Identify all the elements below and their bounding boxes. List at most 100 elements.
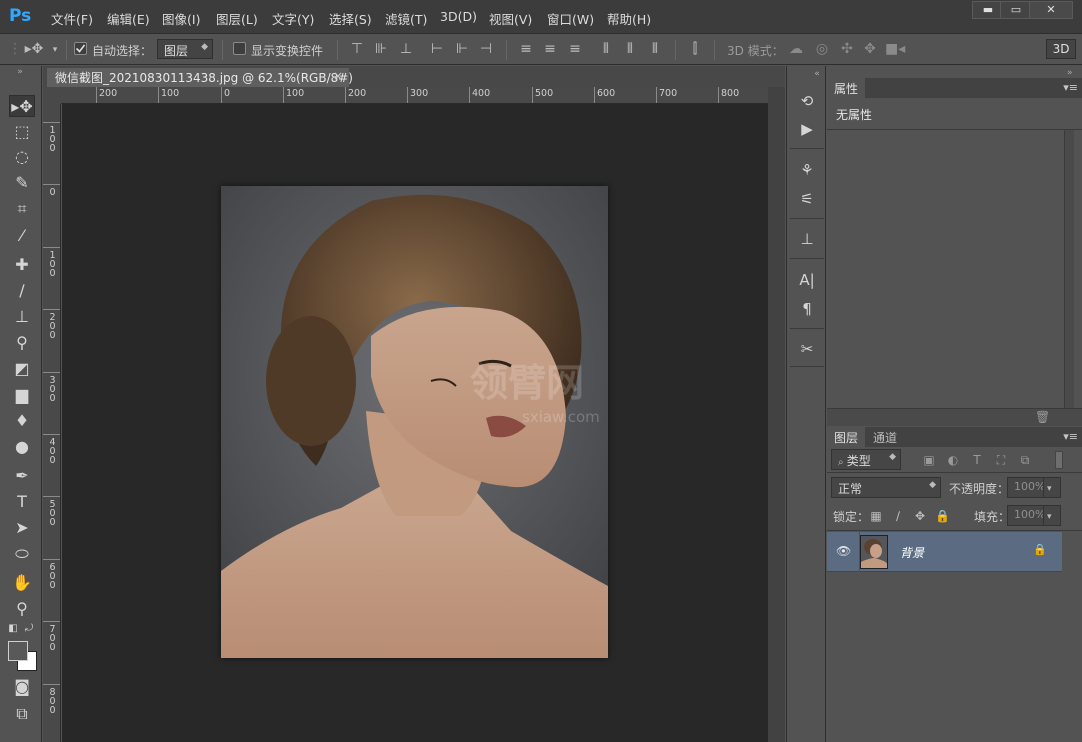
filter-adjust-icon[interactable]: ◐ bbox=[945, 453, 961, 467]
blend-mode-dropdown[interactable]: 正常 ◆ bbox=[831, 477, 941, 498]
auto-align-icon[interactable]: ⫿ bbox=[687, 42, 703, 56]
restore-button[interactable]: ▭ bbox=[1000, 1, 1032, 19]
character-panel-icon[interactable]: A| bbox=[795, 269, 819, 291]
show-transform-checkbox[interactable] bbox=[233, 42, 246, 55]
auto-select-target-dropdown[interactable]: 图层 ◆ bbox=[157, 39, 213, 59]
panel-menu-icon[interactable]: ▾≡ bbox=[1063, 81, 1078, 94]
history-panel-icon[interactable]: ⟲ bbox=[795, 90, 819, 112]
panel-expand-icon[interactable]: » bbox=[1067, 68, 1073, 78]
menu-type[interactable]: 文字(Y) bbox=[272, 9, 314, 28]
fill-dropdown[interactable]: ▾ bbox=[1043, 505, 1061, 526]
paragraph-panel-icon[interactable]: ¶ bbox=[795, 298, 819, 320]
menu-view[interactable]: 视图(V) bbox=[489, 9, 532, 28]
gradient-tool-icon[interactable]: ▆ bbox=[9, 384, 35, 406]
3d-rotate-icon[interactable]: ☁ bbox=[787, 42, 805, 56]
distribute-vcenter-icon[interactable]: ≡ bbox=[542, 42, 558, 56]
hand-tool-icon[interactable]: ✋ bbox=[9, 572, 35, 594]
menu-help[interactable]: 帮助(H) bbox=[607, 9, 651, 28]
filter-pixel-icon[interactable]: ▣ bbox=[921, 453, 937, 467]
vertical-scrollbar[interactable] bbox=[768, 87, 785, 742]
menu-3d[interactable]: 3D(D) bbox=[440, 9, 477, 24]
menu-edit[interactable]: 编辑(E) bbox=[107, 9, 150, 28]
zoom-tool-icon[interactable]: ⚲ bbox=[9, 598, 35, 620]
blur-tool-icon[interactable]: ♦ bbox=[9, 410, 35, 432]
path-select-tool-icon[interactable]: ➤ bbox=[9, 517, 35, 539]
filter-smart-object-icon[interactable]: ⧉ bbox=[1017, 453, 1033, 467]
distribute-top-icon[interactable]: ≡ bbox=[518, 42, 534, 56]
brush-panel-icon[interactable]: ⚟ bbox=[795, 188, 819, 210]
align-right-icon[interactable]: ⊣ bbox=[478, 42, 494, 56]
marquee-tool-icon[interactable]: ⬚ bbox=[9, 121, 35, 143]
distribute-hcenter-icon[interactable]: ⫴ bbox=[622, 42, 638, 56]
brush-presets-icon[interactable]: ⚘ bbox=[795, 159, 819, 181]
tab-channels[interactable]: 通道 bbox=[866, 427, 905, 447]
align-bottom-icon[interactable]: ⊥ bbox=[398, 42, 414, 56]
foreground-color-swatch[interactable] bbox=[8, 641, 28, 661]
tab-layers[interactable]: 图层 bbox=[827, 427, 866, 447]
panel-collapse-icon[interactable]: » bbox=[7, 66, 33, 78]
tab-properties[interactable]: 属性 bbox=[827, 78, 866, 98]
history-brush-tool-icon[interactable]: ⚲ bbox=[9, 332, 35, 354]
eyedropper-tool-icon[interactable]: ⁄ bbox=[9, 225, 35, 247]
filter-type-icon[interactable]: T bbox=[969, 453, 985, 467]
dock-collapse-icon[interactable]: « bbox=[811, 68, 823, 80]
document-tab[interactable]: 微信截图_20210830113438.jpg @ 62.1%(RGB/8#) … bbox=[47, 68, 353, 87]
3d-roll-icon[interactable]: ◎ bbox=[813, 42, 831, 56]
distribute-bottom-icon[interactable]: ≡ bbox=[567, 42, 583, 56]
lock-position-icon[interactable]: ✥ bbox=[913, 509, 927, 523]
swap-colors-icon[interactable]: ⤾ bbox=[22, 622, 36, 636]
ellipse-tool-icon[interactable]: ⬭ bbox=[9, 543, 35, 565]
3d-workspace-button[interactable]: 3D bbox=[1046, 39, 1076, 59]
tool-presets-icon[interactable]: ✂ bbox=[795, 338, 819, 360]
menu-layer[interactable]: 图层(L) bbox=[216, 9, 258, 28]
move-tool-preset-icon[interactable]: ▸✥ bbox=[22, 42, 46, 56]
eye-icon[interactable]: 👁 bbox=[836, 544, 851, 558]
layer-name[interactable]: 背景 bbox=[900, 544, 924, 561]
filter-toggle[interactable] bbox=[1055, 451, 1063, 469]
clone-stamp-tool-icon[interactable]: ⊥ bbox=[9, 306, 35, 328]
panel-menu-icon[interactable]: ▾≡ bbox=[1063, 430, 1078, 443]
crop-tool-icon[interactable]: ⌗ bbox=[9, 198, 35, 220]
type-tool-icon[interactable]: T bbox=[9, 491, 35, 513]
clone-source-icon[interactable]: ⊥ bbox=[795, 228, 819, 250]
move-tool-icon[interactable]: ▸✥ bbox=[9, 95, 35, 117]
distribute-right-icon[interactable]: ⫴ bbox=[647, 42, 663, 56]
distribute-left-icon[interactable]: ⫴ bbox=[598, 42, 614, 56]
layer-filter-dropdown[interactable]: ⌕ 类型 ◆ bbox=[831, 449, 901, 470]
lasso-tool-icon[interactable]: ◌ bbox=[9, 146, 35, 168]
default-colors-icon[interactable]: ◧ bbox=[6, 622, 20, 636]
align-top-icon[interactable]: ⊤ bbox=[349, 42, 365, 56]
eraser-tool-icon[interactable]: ◩ bbox=[9, 358, 35, 380]
layer-row[interactable]: 👁 背景 🔒 bbox=[827, 532, 1062, 572]
horizontal-ruler[interactable]: 200 100 0 100 200 300 400 500 600 700 80… bbox=[61, 87, 768, 104]
3d-camera-icon[interactable]: ■◂ bbox=[885, 42, 905, 56]
quick-select-tool-icon[interactable]: ✎ bbox=[9, 172, 35, 194]
pen-tool-icon[interactable]: ✒ bbox=[9, 465, 35, 487]
close-tab-icon[interactable]: × bbox=[333, 69, 343, 83]
menu-select[interactable]: 选择(S) bbox=[329, 9, 372, 28]
menu-file[interactable]: 文件(F) bbox=[51, 9, 93, 28]
ruler-origin[interactable] bbox=[43, 87, 61, 104]
align-left-icon[interactable]: ⊢ bbox=[429, 42, 445, 56]
opacity-dropdown[interactable]: ▾ bbox=[1043, 477, 1061, 498]
screen-mode-icon[interactable]: ⧉ bbox=[9, 703, 35, 725]
3d-drag-icon[interactable]: ✣ bbox=[838, 42, 856, 56]
lock-transparent-icon[interactable]: ▦ bbox=[869, 509, 883, 523]
menu-window[interactable]: 窗口(W) bbox=[547, 9, 594, 28]
properties-scrollbar[interactable] bbox=[1064, 130, 1074, 408]
chevron-down-icon[interactable]: ▾ bbox=[50, 43, 60, 57]
auto-select-checkbox[interactable] bbox=[74, 42, 87, 55]
3d-slide-icon[interactable]: ✥ bbox=[861, 42, 879, 56]
trash-icon[interactable]: 🗑 bbox=[1035, 410, 1050, 424]
close-window-button[interactable]: ✕ bbox=[1029, 1, 1073, 19]
lock-image-icon[interactable]: ∕ bbox=[891, 509, 905, 523]
lock-all-icon[interactable]: 🔒 bbox=[935, 509, 950, 523]
menu-filter[interactable]: 滤镜(T) bbox=[385, 9, 427, 28]
filter-shape-icon[interactable]: ⛶ bbox=[993, 453, 1009, 467]
brush-tool-icon[interactable]: ∕ bbox=[9, 280, 35, 302]
vertical-ruler[interactable]: 100 0 100 200 300 400 500 600 700 800 bbox=[43, 104, 61, 742]
menu-image[interactable]: 图像(I) bbox=[162, 9, 200, 28]
align-vcenter-icon[interactable]: ⊪ bbox=[373, 42, 389, 56]
healing-brush-tool-icon[interactable]: ✚ bbox=[9, 254, 35, 276]
quick-mask-icon[interactable]: ◙ bbox=[9, 676, 35, 698]
